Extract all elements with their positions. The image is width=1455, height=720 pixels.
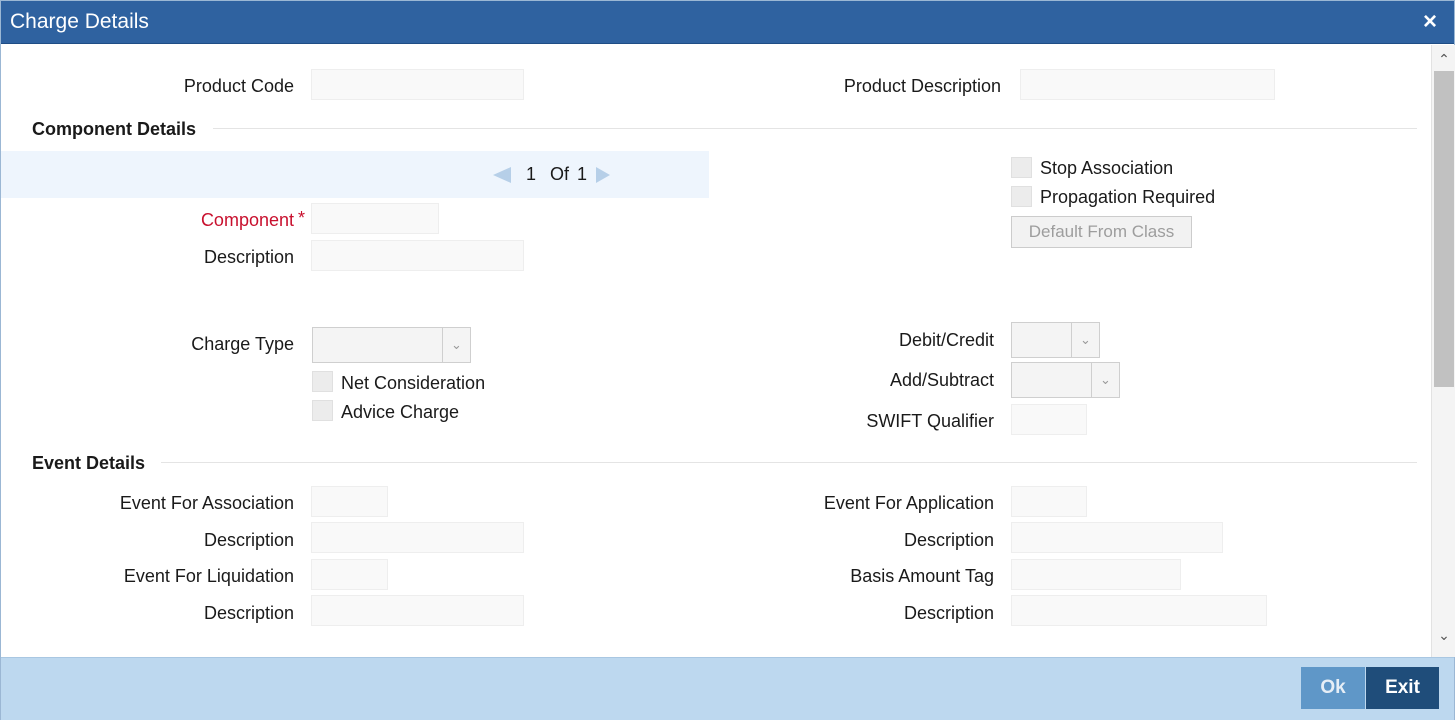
basis-amount-tag-input[interactable] [1011, 559, 1181, 590]
product-description-input[interactable] [1020, 69, 1275, 100]
event-for-application-input[interactable] [1011, 486, 1087, 517]
charge-details-window: Charge Details × Product Code Product De… [0, 0, 1455, 720]
event-for-liquidation-description-label: Description [203, 603, 294, 623]
advice-charge-label: Advice Charge [341, 402, 460, 422]
net-consideration-label: Net Consideration [341, 373, 486, 393]
debit-credit-select[interactable]: ⌄ [1011, 322, 1100, 358]
component-details-title: Component Details [32, 119, 197, 139]
add-subtract-select[interactable]: ⌄ [1011, 362, 1120, 398]
propagation-required-label: Propagation Required [1040, 187, 1216, 207]
scrollbar-thumb[interactable] [1434, 71, 1454, 387]
ok-button[interactable]: Ok [1301, 667, 1365, 709]
component-description-input[interactable] [311, 240, 524, 271]
charge-type-select[interactable]: ⌄ [312, 327, 471, 363]
event-for-association-description-label: Description [203, 530, 294, 550]
exit-button[interactable]: Exit [1366, 667, 1439, 709]
net-consideration-checkbox[interactable] [312, 371, 333, 392]
component-pager: 1 Of 1 [1, 151, 709, 198]
stop-association-checkbox[interactable] [1011, 157, 1032, 178]
chevron-down-icon: ⌄ [442, 328, 470, 362]
previous-record-icon[interactable] [493, 167, 511, 183]
product-code-input[interactable] [311, 69, 524, 100]
close-icon[interactable]: × [1416, 7, 1444, 37]
swift-qualifier-input[interactable] [1011, 404, 1087, 435]
component-description-label: Description [203, 247, 294, 267]
window-title: Charge Details [10, 10, 149, 33]
chevron-down-icon: ⌄ [1071, 323, 1099, 357]
event-for-application-description-label: Description [903, 530, 994, 550]
chevron-down-icon[interactable]: ⌄ [1432, 625, 1455, 645]
product-code-label: Product Code [183, 76, 294, 96]
required-asterisk: * [298, 208, 306, 228]
next-record-icon[interactable] [596, 167, 610, 183]
event-details-title: Event Details [32, 453, 146, 473]
event-for-liquidation-input[interactable] [311, 559, 388, 590]
add-subtract-label: Add/Subtract [889, 370, 994, 390]
event-for-association-input[interactable] [311, 486, 388, 517]
form-content: Product Code Product Description Compone… [1, 45, 1431, 657]
charge-type-label: Charge Type [191, 334, 294, 354]
event-for-application-label: Event For Application [823, 493, 994, 513]
propagation-required-checkbox[interactable] [1011, 186, 1032, 207]
component-label: Component [200, 210, 294, 230]
advice-charge-checkbox[interactable] [312, 400, 333, 421]
event-details-divider [161, 462, 1417, 463]
event-for-liquidation-label: Event For Liquidation [123, 566, 294, 586]
event-for-liquidation-description-input[interactable] [311, 595, 524, 626]
component-details-divider [213, 128, 1417, 129]
event-for-association-description-input[interactable] [311, 522, 524, 553]
stop-association-label: Stop Association [1040, 158, 1174, 178]
pager-current: 1 [526, 164, 537, 184]
title-bar: Charge Details × [1, 1, 1454, 44]
default-from-class-button[interactable]: Default From Class [1011, 216, 1192, 248]
basis-amount-tag-description-input[interactable] [1011, 595, 1267, 626]
debit-credit-label: Debit/Credit [898, 330, 994, 350]
basis-amount-tag-description-label: Description [903, 603, 994, 623]
chevron-up-icon[interactable]: ⌃ [1432, 49, 1455, 69]
pager-total: 1 [577, 164, 588, 184]
event-for-application-description-input[interactable] [1011, 522, 1223, 553]
basis-amount-tag-label: Basis Amount Tag [850, 566, 994, 586]
vertical-scrollbar[interactable]: ⌃ ⌄ [1431, 45, 1455, 657]
pager-of-label: Of [550, 164, 570, 184]
swift-qualifier-label: SWIFT Qualifier [866, 411, 994, 431]
dialog-footer: Ok Exit [1, 657, 1454, 720]
event-for-association-label: Event For Association [119, 493, 294, 513]
chevron-down-icon: ⌄ [1091, 363, 1119, 397]
product-description-label: Product Description [843, 76, 1001, 96]
component-input[interactable] [311, 203, 439, 234]
